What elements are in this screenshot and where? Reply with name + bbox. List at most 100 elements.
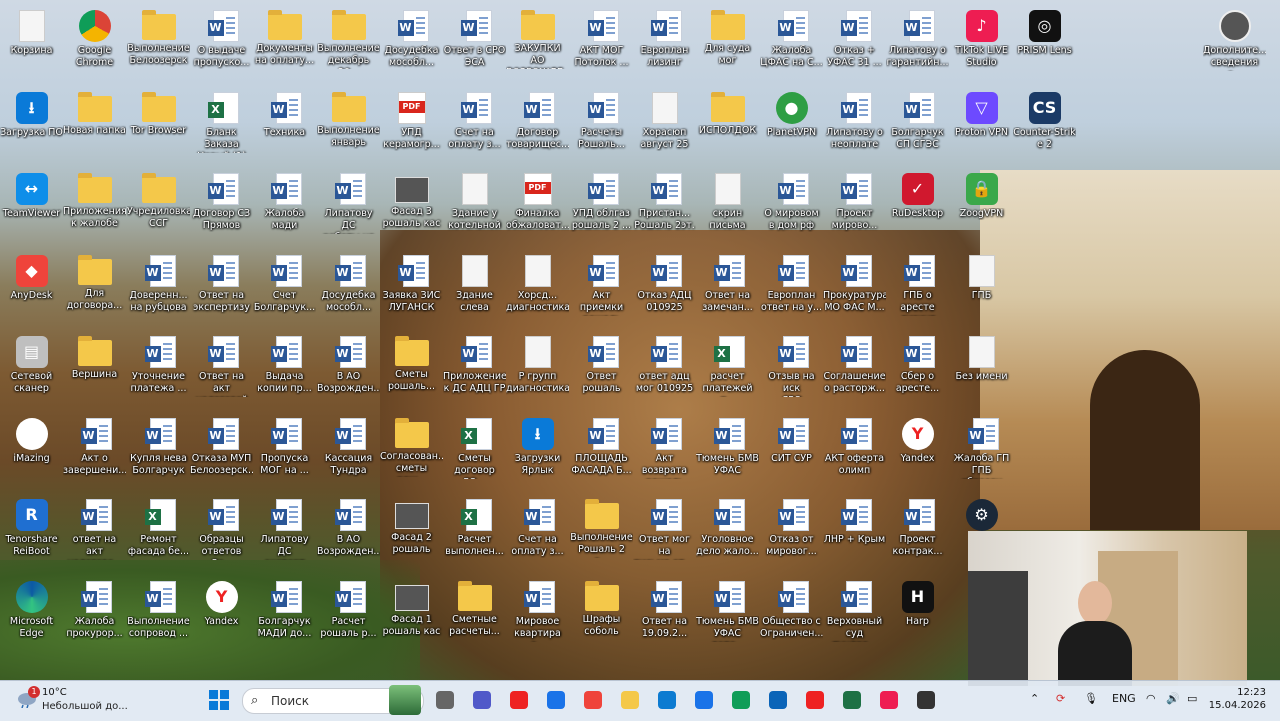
start-button[interactable] [204, 686, 234, 714]
desktop-icon[interactable]: Уголовное дело жало... [696, 493, 759, 571]
desktop-icon[interactable]: Акт возврата рошаль [633, 412, 696, 490]
desktop-icon[interactable]: Приложение к ДС АДЦ ГР [443, 330, 506, 408]
desktop-icon[interactable]: Корзина [0, 4, 63, 82]
desktop-icon[interactable]: Липатову ДС работы на ... [317, 167, 380, 245]
desktop-icon-extra-info[interactable]: Дополните... сведения о... [1203, 4, 1266, 82]
desktop-icon[interactable]: Ремонт фасада бе... [127, 493, 190, 571]
desktop-icon[interactable]: Y Yandex [190, 575, 253, 653]
desktop-icon[interactable]: Отказа МУП Белоозерск... [190, 412, 253, 490]
taskbar-app[interactable] [726, 686, 756, 714]
desktop-icon[interactable]: ГПБ о аресте лизинг [886, 249, 949, 327]
desktop-icon[interactable]: АКТ МОГ Потолок ... [570, 4, 633, 82]
desktop-icon[interactable]: ЗАКУПКИ АО ВОЗРОЖДЕ... [506, 4, 569, 82]
desktop-icon[interactable]: Выполнение январь [317, 86, 380, 164]
desktop-icon[interactable]: Купля нева Болгарчук [127, 412, 190, 490]
desktop-icon[interactable]: Бланк Заказа Новый (1) [190, 86, 253, 164]
desktop-icon[interactable]: Для договора... [63, 249, 126, 327]
battery-icon[interactable]: ▭ [1187, 692, 1197, 705]
desktop-icon[interactable]: Европлан ответ на у... [760, 249, 823, 327]
desktop-icon[interactable]: СИТ СУР [760, 412, 823, 490]
desktop-icon[interactable]: Болгарчук МАДИ до... [253, 575, 316, 653]
desktop-icon[interactable]: Договор товарищес... [506, 86, 569, 164]
desktop-icon[interactable]: Жалоба ЦФАС на С... [760, 4, 823, 82]
desktop-icon[interactable]: Доверенн... на рубцова [127, 249, 190, 327]
desktop-icon[interactable]: ▤ Сетевой сканер [0, 330, 63, 408]
desktop-icon[interactable]: Без имени [950, 330, 1013, 408]
desktop-icon[interactable]: ⭳ Загрузки Ярлык [506, 412, 569, 490]
desktop-icon[interactable]: Тюмень БМВ УФАС [696, 412, 759, 490]
taskbar-app[interactable] [541, 686, 571, 714]
desktop-icon[interactable]: Заявка ЗИС ЛУГАНСК [380, 249, 443, 327]
desktop-icon[interactable]: ◎ PRISM Lens [1013, 4, 1076, 82]
desktop-icon[interactable]: Уточнение платежа ... [127, 330, 190, 408]
desktop-icon[interactable]: ▽ Proton VPN [950, 86, 1013, 164]
desktop-icon[interactable]: Хорсд... диагностика [506, 249, 569, 327]
desktop-icon[interactable]: Мировое квартира с... [506, 575, 569, 653]
desktop-icon[interactable]: Ответ на 19.09.2... [633, 575, 696, 653]
desktop-icon[interactable]: Выполнение сопровод ... [127, 575, 190, 653]
desktop-icon[interactable]: ПЛОЩАДЬ ФАСАДА Б... [570, 412, 633, 490]
desktop-icon[interactable]: Ответ рошаль [570, 330, 633, 408]
taskbar-app[interactable] [467, 686, 497, 714]
taskbar-app[interactable] [837, 686, 867, 714]
taskbar-search-box[interactable]: ⌕ Поиск [242, 685, 424, 715]
weather-widget[interactable]: 1 10°C Небольшой до... [12, 686, 132, 716]
taskbar-app[interactable] [874, 686, 904, 714]
desktop-icon[interactable]: Соглашение о расторж... [823, 330, 886, 408]
desktop-icon[interactable]: расчет платежей п... [696, 330, 759, 408]
desktop-icon[interactable]: ◆ AnyDesk [0, 249, 63, 327]
desktop-icon[interactable]: Техника [253, 86, 316, 164]
desktop-icon[interactable]: ♪ TikTok LIVE Studio [950, 4, 1013, 82]
desktop-icon[interactable]: О мировом в дом рф [760, 167, 823, 245]
desktop-icon[interactable]: ✓ RuDesktop [886, 167, 949, 245]
desktop-icon[interactable]: Липатову о гарантийн... [886, 4, 949, 82]
desktop-icon[interactable]: Здание слева [443, 249, 506, 327]
desktop-icon[interactable]: Финалка обжаловат... [506, 167, 569, 245]
desktop-icon[interactable]: Y Yandex [886, 412, 949, 490]
desktop-icon[interactable]: Ответ на экспертизу [190, 249, 253, 327]
desktop-icon[interactable]: Акт приемки рошаль [570, 249, 633, 327]
volume-icon[interactable]: 🔊 [1166, 692, 1180, 705]
desktop-icon[interactable]: Отказ + УФАС 31 ... [823, 4, 886, 82]
desktop-icon[interactable]: Акт о завершени... [63, 412, 126, 490]
desktop-icon[interactable]: О выдаче пропуско... [190, 4, 253, 82]
desktop-icon[interactable]: Фасад 2 рошаль [380, 493, 443, 571]
desktop-icon[interactable]: Тюмень БМВ УФАС допо... [696, 575, 759, 653]
desktop-icon[interactable]: Жалоба ГП ГПБ образец [950, 412, 1013, 490]
desktop-icon[interactable]: Проект контрак... [886, 493, 949, 571]
desktop-icon[interactable]: Пропуска МОГ на ... [253, 412, 316, 490]
desktop-icon[interactable]: Общество с Ограничен... [760, 575, 823, 653]
desktop-icon[interactable]: ответ адц мог 010925 [633, 330, 696, 408]
desktop-icon[interactable]: Ответ мог на письмо от ... [633, 493, 696, 571]
taskbar-app[interactable] [911, 686, 941, 714]
desktop-icon[interactable]: Досудебка мособл... [380, 4, 443, 82]
taskbar-app[interactable] [615, 686, 645, 714]
language-indicator[interactable]: ENG [1112, 692, 1136, 705]
desktop-icon[interactable]: Образцы ответов Оз... [190, 493, 253, 571]
sync-icon[interactable]: ⟳ [1056, 692, 1065, 705]
desktop-icon[interactable]: Выдача копии пр... [253, 330, 316, 408]
desktop-icon[interactable]: Фасад 3 рошаль кас [380, 167, 443, 245]
desktop-icon[interactable]: R Tenorshare ReiBoot [0, 493, 63, 571]
taskbar-app[interactable] [430, 686, 460, 714]
taskbar-app[interactable] [763, 686, 793, 714]
desktop-icon[interactable]: Пристан... Рошаль 2эт. [633, 167, 696, 245]
taskbar-app[interactable] [652, 686, 682, 714]
microphone-icon[interactable]: 🎙 [1084, 692, 1098, 705]
desktop-icon[interactable]: Р групп диагностика [506, 330, 569, 408]
desktop-icon[interactable]: Жалоба мади [253, 167, 316, 245]
desktop-icon[interactable]: Липатову о неоплате [823, 86, 886, 164]
desktop-icon[interactable]: Счет на оплату з... [506, 493, 569, 571]
desktop-icon[interactable]: Болгарчук СП СГЭС [886, 86, 949, 164]
show-hidden-icons-button[interactable]: ⌃ [1030, 692, 1039, 705]
desktop-icon[interactable]: Выполнение Рошаль 2 э... [570, 493, 633, 571]
desktop-icon[interactable]: ⭳ Загрузка ПО [0, 86, 63, 164]
desktop-icon[interactable]: Договор СЗ Прямов [190, 167, 253, 245]
desktop-icon[interactable]: ИСПОЛДОК [696, 86, 759, 164]
desktop-icon[interactable]: Прокуратура МО ФАС М... [823, 249, 886, 327]
desktop-icon[interactable]: Фасад 1 рошаль кас [380, 575, 443, 653]
desktop-icon[interactable]: ГПБ [950, 249, 1013, 327]
desktop-icon[interactable]: ● PlanetVPN [760, 86, 823, 164]
desktop-icon[interactable]: Верховный суд тундра... [823, 575, 886, 653]
desktop-icon[interactable]: Счет на оплату з... [443, 86, 506, 164]
